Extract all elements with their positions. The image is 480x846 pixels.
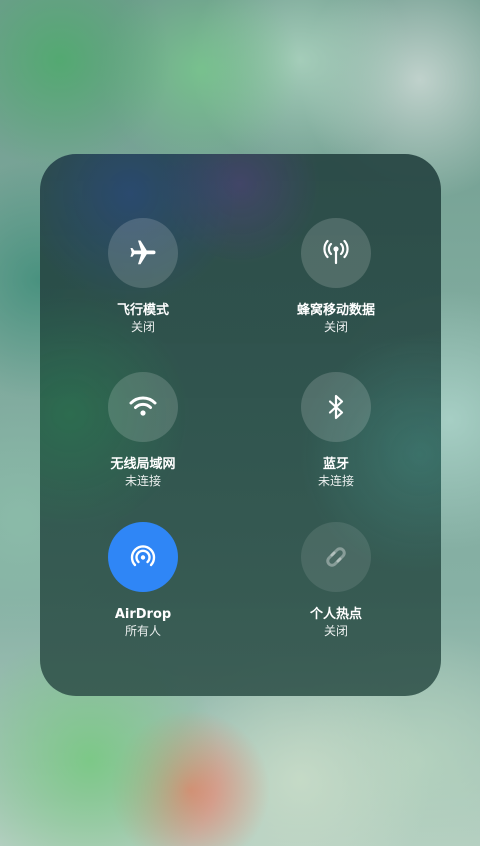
airdrop-label: AirDrop xyxy=(114,607,172,622)
airdrop-button[interactable] xyxy=(108,522,178,592)
personal-hotspot-button[interactable] xyxy=(301,522,371,592)
bluetooth-icon xyxy=(321,392,351,422)
wifi-toggle[interactable]: 无线局域网 未连接 xyxy=(63,372,223,489)
airplane-mode-label: 飞行模式 xyxy=(116,303,169,318)
airdrop-state: 所有人 xyxy=(124,624,161,638)
cellular-data-toggle[interactable]: 蜂窝移动数据 关闭 xyxy=(256,218,416,335)
airdrop-icon xyxy=(124,538,162,576)
cellular-antenna-icon xyxy=(319,236,353,270)
bluetooth-button[interactable] xyxy=(301,372,371,442)
airplane-mode-button[interactable] xyxy=(108,218,178,288)
airdrop-toggle[interactable]: AirDrop 所有人 xyxy=(63,522,223,639)
airplane-mode-state: 关闭 xyxy=(130,320,155,334)
airplane-mode-toggle[interactable]: 飞行模式 关闭 xyxy=(63,218,223,335)
airplane-icon xyxy=(128,238,158,268)
wifi-label: 无线局域网 xyxy=(110,457,176,472)
wifi-button[interactable] xyxy=(108,372,178,442)
personal-hotspot-state: 关闭 xyxy=(323,624,348,638)
connectivity-panel: 飞行模式 关闭 蜂窝移动数据 关闭 无线局域网 未连接 蓝牙 未连接 AirDr… xyxy=(40,154,441,696)
bluetooth-label: 蓝牙 xyxy=(322,457,349,472)
cellular-data-state: 关闭 xyxy=(323,320,348,334)
wifi-icon xyxy=(126,390,160,424)
bluetooth-toggle[interactable]: 蓝牙 未连接 xyxy=(256,372,416,489)
personal-hotspot-label: 个人热点 xyxy=(309,607,362,622)
wifi-state: 未连接 xyxy=(124,474,161,488)
personal-hotspot-toggle[interactable]: 个人热点 关闭 xyxy=(256,522,416,639)
hotspot-link-icon xyxy=(319,540,353,574)
cellular-data-button[interactable] xyxy=(301,218,371,288)
cellular-data-label: 蜂窝移动数据 xyxy=(296,303,375,318)
bluetooth-state: 未连接 xyxy=(317,474,354,488)
